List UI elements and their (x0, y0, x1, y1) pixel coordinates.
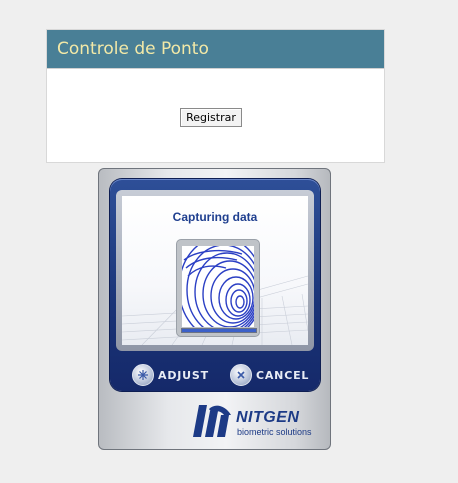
fingerprint-image (182, 246, 254, 327)
adjust-button[interactable]: ADJUST (132, 363, 209, 387)
device-bezel: Capturing data ADJUST CANCEL (110, 179, 320, 391)
brand-name: NITGEN (236, 409, 300, 426)
screen-frame: Capturing data (116, 190, 314, 351)
fingerprint-icon (182, 246, 254, 327)
nitgen-logo: NITGEN biometric solutions (191, 401, 321, 441)
fingerprint-sensor (176, 239, 260, 337)
nitgen-logo-mark-icon (193, 405, 231, 437)
time-clock-panel: Controle de Ponto Registrar (46, 29, 385, 163)
fingerprint-capture-device: Capturing data ADJUST CANCEL NITGEN biom… (98, 168, 331, 450)
adjust-icon (132, 364, 154, 386)
cancel-icon (230, 364, 252, 386)
register-button[interactable]: Registrar (180, 108, 242, 127)
capture-progress-bar (181, 328, 257, 333)
device-button-row: ADJUST CANCEL (110, 363, 320, 389)
cancel-button[interactable]: CANCEL (230, 363, 309, 387)
capture-screen: Capturing data (122, 196, 308, 345)
adjust-label: ADJUST (158, 368, 209, 382)
capture-progress-fill (182, 329, 256, 332)
panel-header: Controle de Ponto (47, 30, 384, 69)
brand-tagline: biometric solutions (237, 427, 312, 437)
cancel-label: CANCEL (256, 368, 310, 382)
capture-status-text: Capturing data (172, 210, 258, 224)
panel-title: Controle de Ponto (57, 39, 209, 59)
